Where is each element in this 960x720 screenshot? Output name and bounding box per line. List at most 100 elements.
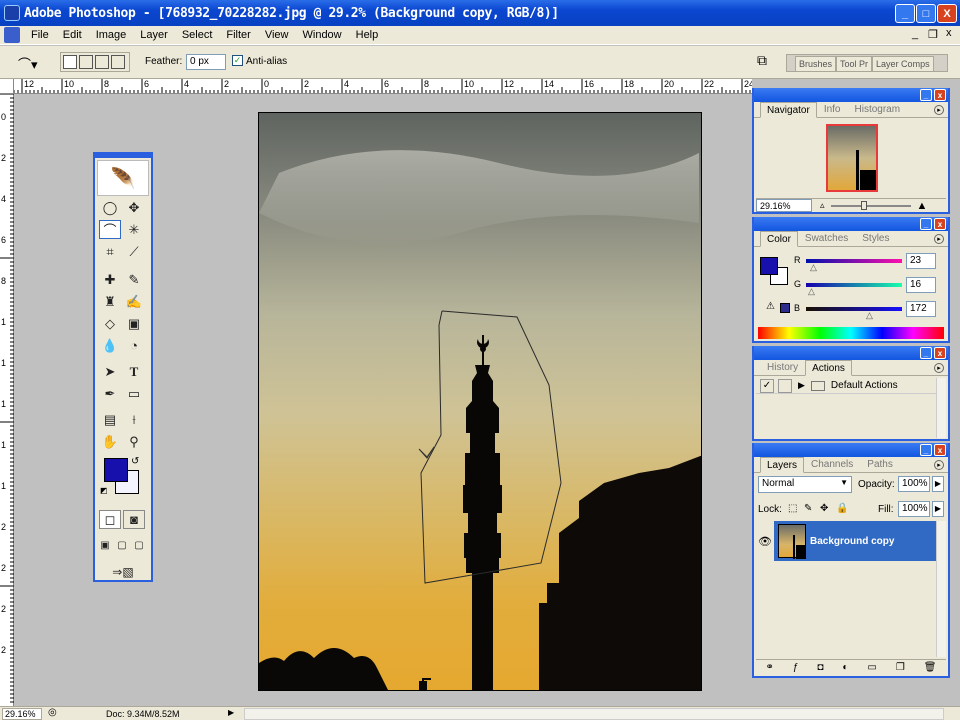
adjustment-layer-icon[interactable]: ◐ <box>842 662 848 673</box>
new-layer-icon[interactable]: ❐ <box>896 662 905 673</box>
layers-menu-button[interactable]: ▸ <box>934 460 944 470</box>
color-close-button[interactable]: x <box>934 218 946 230</box>
layers-scrollbar[interactable] <box>936 521 946 657</box>
new-selection-icon[interactable] <box>63 55 77 69</box>
g-slider-thumb[interactable]: △ <box>808 286 815 297</box>
healing-brush-tool-icon[interactable]: ✚ <box>99 270 121 289</box>
lock-all-icon[interactable]: 🔒 <box>836 503 848 514</box>
swap-colors-icon[interactable]: ↺ <box>131 456 139 467</box>
fill-arrow-button[interactable]: ▶ <box>932 501 944 517</box>
navigator-thumbnail[interactable] <box>826 124 878 192</box>
lock-transparent-icon[interactable]: ⬚ <box>788 503 797 514</box>
gradient-tool-icon[interactable]: ▣ <box>123 314 145 333</box>
menu-window[interactable]: Window <box>296 29 349 41</box>
add-selection-icon[interactable] <box>79 55 93 69</box>
blend-mode-select[interactable]: Normal ▼ <box>758 476 852 493</box>
menu-filter[interactable]: Filter <box>219 29 257 41</box>
color-ramp[interactable] <box>758 327 944 339</box>
navigator-zoom-slider[interactable] <box>830 200 911 210</box>
tab-history[interactable]: History <box>760 359 805 375</box>
menu-edit[interactable]: Edit <box>56 29 89 41</box>
full-screen-menu-mode-icon[interactable]: ▢ <box>114 536 130 555</box>
pen-tool-icon[interactable]: ✒ <box>99 384 121 403</box>
navigator-titlebar[interactable]: _ x <box>754 88 948 102</box>
jump-to-imageready-icon[interactable]: ⇒▧ <box>103 562 143 581</box>
menu-layer[interactable]: Layer <box>133 29 175 41</box>
actions-scrollbar[interactable] <box>936 378 946 438</box>
document-icon[interactable] <box>4 27 20 43</box>
actions-close-button[interactable]: x <box>934 347 946 359</box>
expand-arrow-icon[interactable]: ▶ <box>798 380 805 391</box>
tab-color[interactable]: Color <box>760 231 798 247</box>
status-menu-arrow[interactable]: ▶ <box>228 708 234 717</box>
tab-actions[interactable]: Actions <box>805 360 852 376</box>
standard-mode-icon[interactable]: ◻ <box>99 510 121 529</box>
move-tool-icon[interactable]: ✥ <box>123 198 145 217</box>
color-fg-swatch[interactable] <box>760 257 778 275</box>
tab-swatches[interactable]: Swatches <box>798 230 855 246</box>
menu-image[interactable]: Image <box>89 29 134 41</box>
navigator-menu-button[interactable]: ▸ <box>934 105 944 115</box>
layer-mask-icon[interactable]: ◘ <box>817 662 823 673</box>
eraser-tool-icon[interactable]: ◇ <box>99 314 121 333</box>
file-browser-icon[interactable]: ⧉ <box>757 52 777 72</box>
tab-histogram[interactable]: Histogram <box>848 101 908 117</box>
lasso-preset-icon[interactable]: ⌒▾ <box>18 54 50 72</box>
b-value-field[interactable]: 172 <box>906 301 936 317</box>
layers-close-button[interactable]: x <box>934 444 946 456</box>
zoom-tool-icon[interactable]: ⚲ <box>123 432 145 451</box>
document-canvas[interactable] <box>258 112 702 691</box>
layer-row-background-copy[interactable]: 👁 Background copy <box>756 521 936 561</box>
ruler-origin[interactable] <box>0 79 14 94</box>
menu-view[interactable]: View <box>258 29 296 41</box>
action-dialog-toggle[interactable] <box>778 378 792 393</box>
actions-list-item[interactable]: ✓ ▶ Default Actions <box>756 378 936 394</box>
polygonal-lasso-tool-icon[interactable]: ⌒ <box>99 220 121 239</box>
tab-styles[interactable]: Styles <box>855 230 896 246</box>
trash-icon[interactable]: 🗑 <box>924 662 937 673</box>
menu-file[interactable]: File <box>24 29 56 41</box>
status-info-icon[interactable]: ◎ <box>48 707 57 718</box>
well-tab-tool-presets[interactable]: Tool Pr <box>836 56 873 71</box>
foreground-color-swatch[interactable] <box>104 458 128 482</box>
color-minimize-button[interactable]: _ <box>920 218 932 230</box>
blur-tool-icon[interactable]: 💧 <box>99 336 121 355</box>
dodge-tool-icon[interactable]: ◔ <box>123 336 145 355</box>
r-slider-thumb[interactable]: △ <box>810 262 817 273</box>
layers-titlebar[interactable]: _ x <box>754 443 948 457</box>
menu-select[interactable]: Select <box>175 29 220 41</box>
navigator-zoom-field[interactable]: 29.16% <box>756 199 812 212</box>
path-selection-tool-icon[interactable]: ➤ <box>99 362 121 381</box>
opacity-arrow-button[interactable]: ▶ <box>932 476 944 492</box>
zoom-out-icon[interactable]: ▵ <box>820 200 825 211</box>
layers-minimize-button[interactable]: _ <box>920 444 932 456</box>
navigator-minimize-button[interactable]: _ <box>920 89 932 101</box>
tab-paths[interactable]: Paths <box>860 456 900 472</box>
standard-screen-mode-icon[interactable]: ▣ <box>97 536 113 555</box>
action-toggle-checkbox[interactable]: ✓ <box>760 378 774 393</box>
opacity-field[interactable]: 100% <box>898 476 930 492</box>
feather-input[interactable]: 0 px <box>186 54 226 70</box>
default-colors-icon[interactable]: ◩ <box>100 486 108 495</box>
new-group-icon[interactable]: ▭ <box>867 662 876 673</box>
eyedropper-tool-icon[interactable]: ⟊ <box>123 410 145 429</box>
navigator-zoom-thumb[interactable] <box>860 200 867 210</box>
tab-layers[interactable]: Layers <box>760 457 805 473</box>
well-tab-layer-comps[interactable]: Layer Comps <box>872 56 934 71</box>
lock-image-icon[interactable]: ✎ <box>804 503 812 514</box>
actions-minimize-button[interactable]: _ <box>920 347 932 359</box>
lock-position-icon[interactable]: ✥ <box>820 503 828 514</box>
brush-tool-icon[interactable]: ✎ <box>123 270 145 289</box>
well-tab-brushes[interactable]: Brushes <box>795 56 837 71</box>
tab-navigator[interactable]: Navigator <box>760 102 817 118</box>
antialias-checkbox[interactable]: ✓ <box>232 55 243 66</box>
magic-wand-tool-icon[interactable]: ✳ <box>123 220 145 239</box>
notes-tool-icon[interactable]: ▤ <box>99 410 121 429</box>
doc-close-button[interactable]: x <box>946 27 952 39</box>
eye-visibility-icon[interactable]: 👁 <box>756 521 774 561</box>
b-slider-thumb[interactable]: △ <box>866 310 873 321</box>
gamut-warning-icon[interactable]: ⚠ <box>766 301 775 312</box>
actions-menu-button[interactable]: ▸ <box>934 363 944 373</box>
status-zoom-field[interactable]: 29.16% <box>2 708 42 720</box>
tab-channels[interactable]: Channels <box>804 456 860 472</box>
